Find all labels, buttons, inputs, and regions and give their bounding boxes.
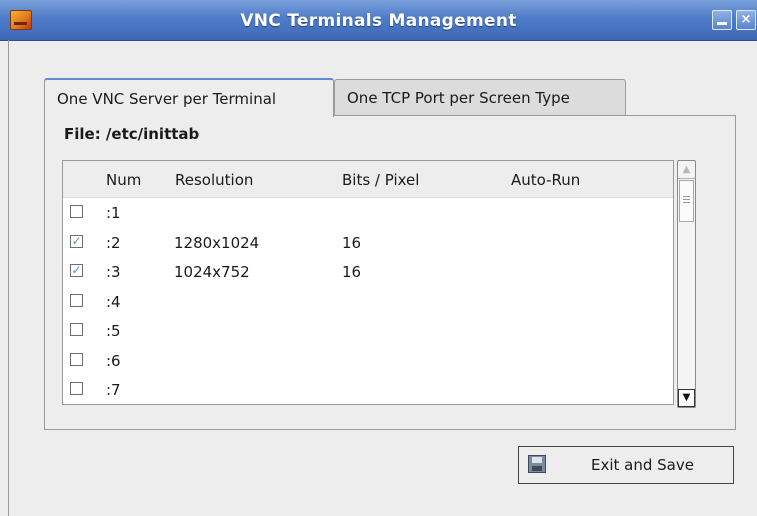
- row-resolution-cell: 1280x1024: [174, 233, 260, 252]
- window-border: [8, 40, 9, 516]
- exit-and-save-button[interactable]: Exit and Save: [518, 446, 734, 484]
- exit-and-save-label: Exit and Save: [591, 456, 694, 474]
- row-checkbox[interactable]: [70, 205, 83, 218]
- terminals-table[interactable]: Num Resolution Bits / Pixel Auto-Run :1 ✓…: [62, 160, 674, 405]
- title-bar[interactable]: VNC Terminals Management ×: [0, 0, 757, 41]
- row-resolution-cell: 1024x752: [174, 263, 250, 281]
- row-bits-cell: 16: [342, 263, 362, 281]
- window-title: VNC Terminals Management: [240, 11, 517, 31]
- row-num-cell: :6: [106, 351, 121, 370]
- table-row[interactable]: :6: [63, 346, 673, 375]
- row-checkbox[interactable]: [70, 382, 83, 395]
- row-checkbox[interactable]: [70, 293, 83, 307]
- table-row[interactable]: :7: [63, 375, 673, 404]
- column-header-auto-run[interactable]: Auto-Run: [511, 171, 580, 189]
- row-checkbox[interactable]: ✓: [70, 264, 83, 277]
- row-num-cell: :2: [106, 233, 121, 252]
- row-bits-cell: 16: [342, 233, 362, 252]
- row-num-cell: :4: [106, 292, 121, 311]
- scroll-down-arrow-icon[interactable]: ▼: [678, 389, 695, 407]
- row-num-cell: :5: [106, 322, 121, 340]
- column-header-bits-per-pixel[interactable]: Bits / Pixel: [342, 171, 419, 189]
- close-button[interactable]: ×: [736, 10, 756, 30]
- table-row[interactable]: ✓ :3 1024x752 16: [63, 257, 673, 286]
- floppy-disk-icon: [528, 455, 546, 473]
- column-header-resolution[interactable]: Resolution: [175, 171, 253, 189]
- table-row[interactable]: :4: [63, 287, 673, 316]
- tab-one-vnc-server-per-terminal[interactable]: One VNC Server per Terminal: [44, 78, 334, 117]
- row-num-cell: :1: [106, 204, 121, 222]
- table-row[interactable]: ✓ :2 1280x1024 16: [63, 228, 673, 257]
- tab-one-tcp-port-per-screen-type[interactable]: One TCP Port per Screen Type: [334, 79, 626, 115]
- column-header-num[interactable]: Num: [106, 171, 141, 189]
- row-checkbox[interactable]: [70, 323, 83, 336]
- row-num-cell: :7: [106, 381, 121, 399]
- minimize-button[interactable]: [712, 10, 732, 30]
- table-row[interactable]: :1: [63, 198, 673, 227]
- row-checkbox[interactable]: [70, 352, 83, 366]
- scrollbar-thumb[interactable]: [679, 180, 694, 222]
- table-header: Num Resolution Bits / Pixel Auto-Run: [63, 161, 673, 198]
- table-row[interactable]: :5: [63, 316, 673, 345]
- file-path-label: File: /etc/inittab: [64, 125, 200, 143]
- scroll-up-arrow-icon[interactable]: ▲: [678, 161, 695, 179]
- row-checkbox[interactable]: ✓: [70, 234, 83, 248]
- row-num-cell: :3: [106, 263, 121, 281]
- vertical-scrollbar[interactable]: ▲ ▼: [677, 160, 696, 408]
